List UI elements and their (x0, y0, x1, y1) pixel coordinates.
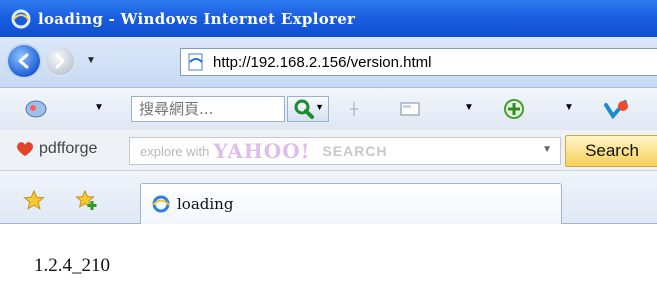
pdfforge-icon (17, 142, 33, 156)
search-provider-icon[interactable] (22, 98, 50, 120)
chevron-down-icon[interactable]: ▼ (464, 102, 474, 113)
page-content: 1.2.4_210 (0, 224, 657, 289)
search-box[interactable] (131, 96, 285, 122)
explore-label: explore with (140, 143, 210, 159)
chevron-down-icon[interactable]: ▼ (94, 102, 104, 113)
command-toolbar: ▼ ▼ ▼ ▼ (0, 88, 657, 131)
forward-button[interactable] (46, 47, 74, 75)
search-go-button[interactable]: ▼ (287, 96, 329, 122)
add-plus-icon[interactable] (502, 98, 526, 120)
tab-loading[interactable]: loading (140, 183, 562, 224)
search-word-label: SEARCH (322, 143, 388, 159)
chevron-down-icon[interactable]: ▼ (564, 102, 574, 113)
title-bar: loading - Windows Internet Explorer (0, 0, 657, 37)
ie-logo-icon (10, 8, 32, 30)
back-button[interactable] (8, 45, 40, 77)
pdfforge-toolbar: pdfforge explore with YAHOO! SEARCH ▼ Se… (0, 130, 657, 171)
back-arrow-icon (18, 53, 29, 69)
ie-tab-icon (151, 194, 171, 214)
address-toolbar: ▼ (0, 37, 657, 88)
rss-feed-icon[interactable] (398, 99, 422, 119)
search-input[interactable] (137, 99, 281, 119)
chevron-down-icon[interactable]: ▼ (542, 144, 552, 155)
address-input[interactable] (213, 53, 643, 71)
address-bar[interactable] (180, 48, 657, 76)
search-button[interactable]: Search (565, 135, 657, 167)
pdfforge-label: pdfforge (39, 140, 98, 157)
magnifier-icon (294, 99, 314, 119)
page-icon (187, 53, 205, 71)
forward-arrow-icon (55, 53, 65, 69)
window-title: loading - Windows Internet Explorer (38, 9, 356, 28)
add-favorites-icon[interactable] (74, 189, 100, 211)
heart-addon-icon[interactable] (602, 98, 630, 120)
split-icon (345, 100, 363, 118)
favorites-star-icon[interactable] (22, 189, 46, 211)
chevron-down-icon[interactable]: ▼ (315, 102, 324, 112)
pdfforge-logo[interactable]: pdfforge (14, 140, 97, 158)
tab-bar: loading (0, 171, 657, 224)
tab-label: loading (177, 195, 234, 213)
history-dropdown-icon[interactable]: ▼ (86, 55, 96, 66)
yahoo-logo: YAHOO! (213, 139, 311, 163)
version-text: 1.2.4_210 (34, 255, 110, 276)
yahoo-search-box[interactable]: explore with YAHOO! SEARCH ▼ (129, 137, 561, 165)
